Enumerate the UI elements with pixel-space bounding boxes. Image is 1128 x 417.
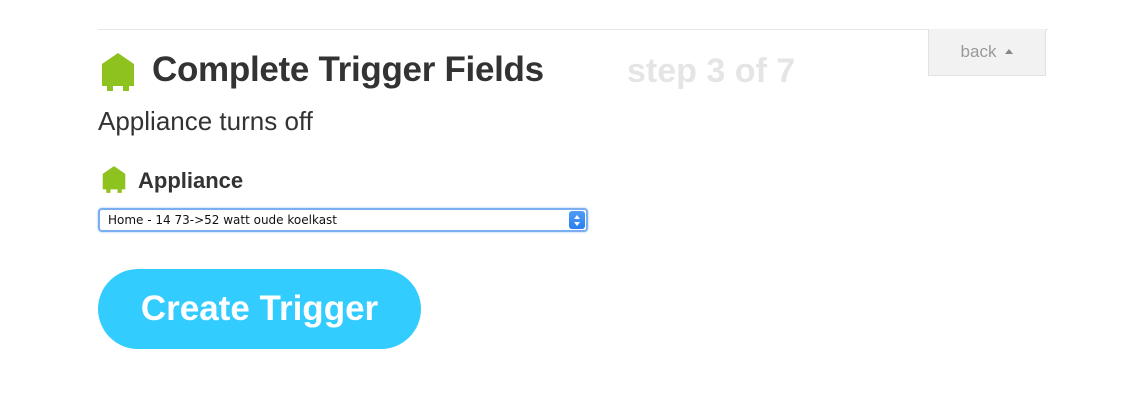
create-trigger-button[interactable]: Create Trigger — [98, 269, 421, 349]
step-indicator: step 3 of 7 — [627, 52, 796, 90]
caret-up-icon — [1005, 48, 1014, 54]
back-button[interactable]: back — [928, 29, 1046, 76]
house-icon — [102, 166, 126, 193]
select-stepper-icon — [569, 211, 585, 229]
appliance-field-label: Appliance — [138, 168, 244, 193]
appliance-select-value: Home - 14 73->52 watt oude koelkast — [108, 213, 338, 227]
trigger-name: Appliance turns off — [98, 106, 313, 136]
top-divider — [98, 29, 1048, 30]
page-title: Complete Trigger Fields — [152, 50, 544, 89]
back-label: back — [960, 42, 997, 61]
house-icon — [102, 53, 134, 91]
trigger-fields-page: back Complete Trigger Fields step 3 of 7… — [0, 0, 1128, 417]
appliance-select[interactable]: Home - 14 73->52 watt oude koelkast — [98, 208, 588, 232]
